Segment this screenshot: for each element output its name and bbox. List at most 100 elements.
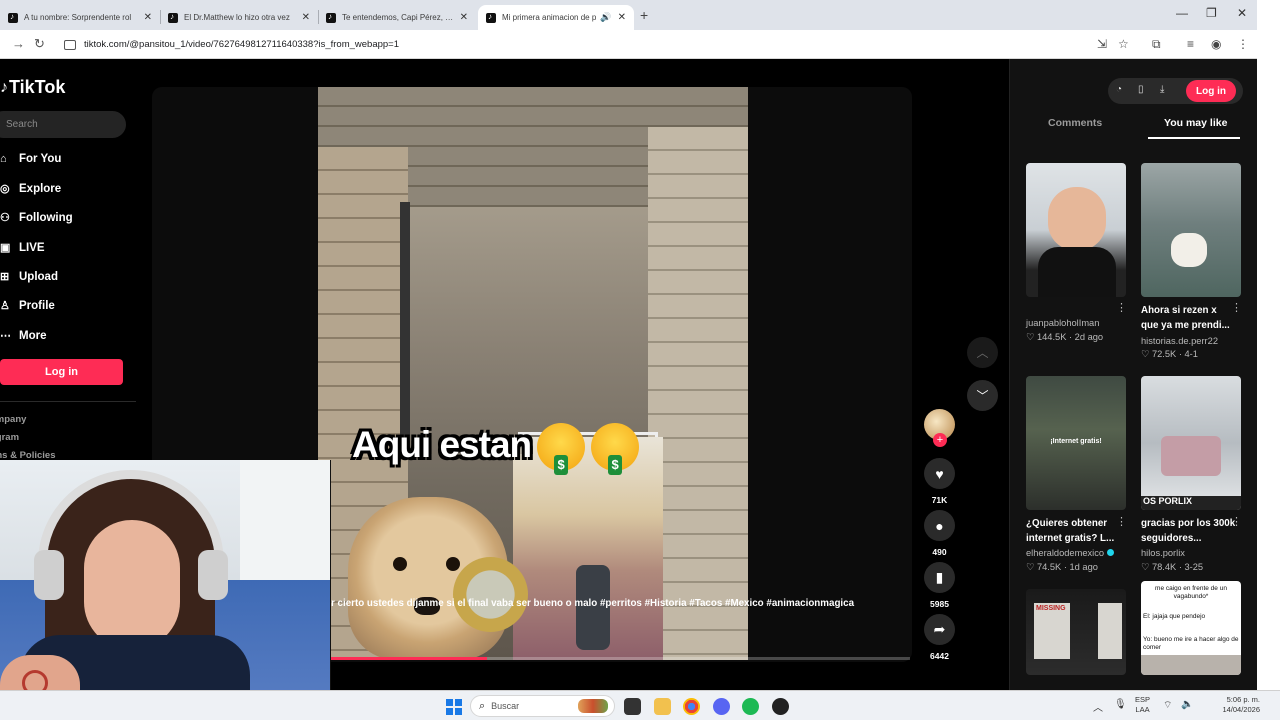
footer-link-company[interactable]: ompany [0,414,26,425]
tab-you-may-like[interactable]: You may like [1164,117,1227,129]
windows-start-icon[interactable] [446,699,462,715]
tab-close-icon[interactable]: ✕ [618,12,626,23]
browser-menu-icon[interactable]: ⋮ [1237,37,1249,51]
thumb-text: me caigo en frente de un vagabundo* [1155,585,1227,600]
video-card-thumbnail[interactable]: MISSING [1026,589,1126,675]
overlay-text: Aqui estan [352,423,532,465]
browser-tab[interactable]: El Dr.Matthew lo hizo otra vez ✕ [160,5,318,30]
obs-icon[interactable] [772,698,789,715]
share-button[interactable]: ➦ [924,614,955,645]
profile-icon[interactable]: ◉ [1211,37,1221,51]
language-indicator[interactable]: ESP LAA [1135,695,1150,715]
phone-icon[interactable]: ▯ [1138,84,1144,95]
previous-video-button[interactable]: ︿ [967,337,998,368]
card-username-text: elheraldodemexico [1026,548,1105,558]
task-view-icon[interactable] [624,698,641,715]
tab-comments[interactable]: Comments [1048,117,1102,129]
speed-icon[interactable]: ◔ [1116,84,1122,95]
nav-explore[interactable]: ◎ Explore [0,182,61,196]
follow-button[interactable]: + [933,433,947,447]
forward-icon[interactable]: → [12,36,25,51]
share-arrow-icon: ➦ [933,621,946,637]
microphone-icon[interactable]: 🎙 [1114,699,1127,710]
extensions-icon[interactable]: ⧉ [1152,37,1161,52]
lang-line-2: LAA [1135,705,1150,714]
nav-profile[interactable]: ♙ Profile [0,299,55,313]
card-username[interactable]: juanpabloholIman [1026,318,1099,328]
download-icon[interactable]: ⤓ [1160,84,1164,95]
lang-line-1: ESP [1135,695,1151,704]
discord-icon[interactable] [713,698,730,715]
tab-close-icon[interactable]: ✕ [302,12,310,23]
nav-label: Upload [19,270,58,283]
card-username[interactable]: hilos.porlix [1141,548,1185,558]
video-card-thumbnail[interactable] [1141,163,1241,297]
card-title[interactable]: ¿Quieres obtener internet gratis? L... [1026,516,1121,546]
browser-tab-active[interactable]: Mi primera animacion de p 🔊 ✕ [478,5,634,30]
sidebar-login-button[interactable]: Log in [0,359,123,385]
video-card-thumbnail[interactable]: ¡Internet gratis! [1026,376,1126,510]
card-likes: 72.5K [1151,349,1177,359]
video-progress-bar[interactable] [331,657,910,660]
next-video-button[interactable]: ﹀ [967,380,998,411]
video-player[interactable] [318,87,748,660]
card-date: 4-1 [1184,349,1198,359]
card-date: 2d ago [1074,332,1104,342]
volume-icon[interactable]: 🔈 [1181,699,1193,710]
tiktok-logo[interactable]: ♪ TikTok [0,77,65,98]
heart-outline-icon: ♡ [1026,562,1035,572]
card-more-icon[interactable]: ⋮ [1116,301,1127,314]
nav-more[interactable]: ⋯ More [0,329,46,343]
webcam-headphones [38,470,224,590]
browser-tab[interactable]: Te entendemos, Capi Pérez, no ✕ [318,5,476,30]
windows-taskbar: ⌕ Buscar ︿ 🎙 ESP LAA ⌔ 🔈 5:06 p. m. 14/0… [0,690,1280,720]
chevron-down-icon: ﹀ [976,389,989,403]
tab-close-icon[interactable]: ✕ [460,12,468,23]
speaker-icon[interactable]: 🔊 [600,12,611,23]
video-card-thumbnail[interactable]: me caigo en frente de un vagabundo* El: … [1141,581,1241,675]
maximize-icon[interactable]: ❐ [1206,6,1217,20]
save-count: 5985 [930,599,949,609]
dog-eye [446,557,460,571]
card-title[interactable]: Ahora si rezen x que ya me prendi... [1141,303,1236,333]
media-controls-icon[interactable]: ≡ [1187,37,1194,51]
search-input[interactable]: Search [0,111,126,138]
tray-chevron-icon[interactable]: ︿ [1093,699,1103,714]
install-app-icon[interactable]: ⇲ [1097,37,1107,51]
nav-label: For You [19,153,62,165]
card-username[interactable]: historias.de.perr22 [1141,336,1218,346]
video-card-thumbnail[interactable]: OS PORLIX [1141,376,1241,510]
browser-tab[interactable]: A tu nombre: Sorprendente rol ✕ [0,5,160,30]
card-title[interactable]: gracias por los 300k seguidores... [1141,516,1236,546]
close-window-icon[interactable]: ✕ [1237,6,1247,20]
reload-icon[interactable]: ↻ [34,36,45,52]
save-button[interactable]: ▮ [924,562,955,593]
minimize-icon[interactable]: — [1176,6,1188,20]
webcam-overlay [0,460,331,720]
wifi-icon[interactable]: ⌔ [1163,699,1172,712]
tab-close-icon[interactable]: ✕ [144,12,152,23]
video-card-thumbnail[interactable] [1026,163,1126,297]
nav-live[interactable]: ▣ LIVE [0,241,45,255]
footer-link-program[interactable]: ogram [0,432,19,443]
site-settings-icon[interactable] [64,39,76,50]
card-username[interactable]: elheraldodemexico [1026,548,1115,558]
header-login-button[interactable]: Log in [1186,80,1236,102]
card-date: 3-25 [1184,562,1204,572]
file-explorer-icon[interactable] [654,698,671,715]
bookmark-star-icon[interactable]: ☆ [1118,37,1129,51]
search-highlight-image [578,699,608,713]
nav-following[interactable]: ⚇ Following [0,211,73,225]
video-wall-right [648,127,748,660]
spotify-icon[interactable] [742,698,759,715]
nav-upload[interactable]: ⊞ Upload [0,270,58,284]
like-button[interactable]: ♥ [924,458,955,489]
url-field[interactable]: tiktok.com/@pansitou_1/video/76276498127… [58,34,1088,55]
nav-label: Following [19,211,73,224]
comment-button[interactable]: ● [924,510,955,541]
taskbar-search[interactable]: ⌕ Buscar [470,695,615,717]
taskbar-clock[interactable]: 5:06 p. m. 14/04/2026 [1200,695,1260,715]
nav-for-you[interactable]: ⌂ For You [0,153,61,165]
chrome-icon[interactable] [683,698,700,715]
new-tab-button[interactable]: + [640,7,648,23]
